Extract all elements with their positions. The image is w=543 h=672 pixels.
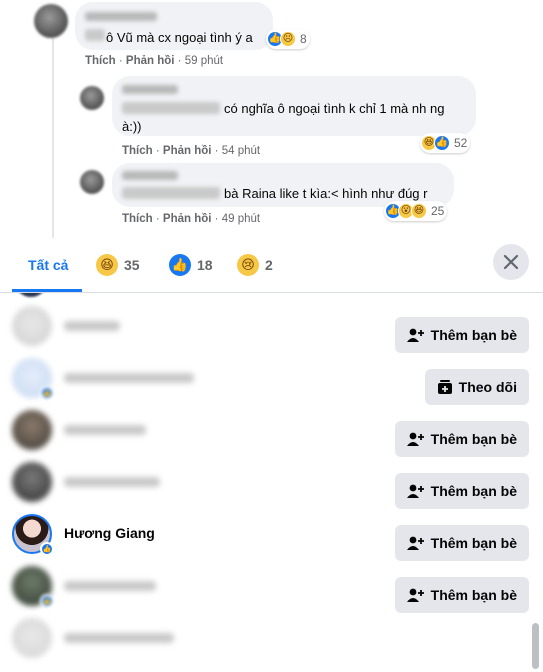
comment-time[interactable]: 49 phút	[222, 213, 260, 225]
person-name-redacted[interactable]	[64, 633, 174, 643]
list-item[interactable]: Thêm bạn bè	[0, 404, 543, 457]
avatar[interactable]	[12, 618, 52, 658]
comment-time[interactable]: 59 phút	[185, 55, 223, 67]
add-friend-label: Thêm bạn bè	[430, 431, 517, 447]
like-icon: 👍	[40, 594, 54, 608]
list-item[interactable]: 👍 Theo dõi	[0, 352, 543, 405]
comment-text: ô Vũ mà cx ngoại tình ý a	[106, 30, 253, 45]
commenter-avatar[interactable]	[34, 4, 68, 38]
person-name-redacted[interactable]	[64, 425, 146, 435]
close-button[interactable]	[493, 244, 529, 280]
like-link[interactable]: Thích	[122, 145, 153, 157]
reply-link[interactable]: Phản hồi	[163, 213, 212, 225]
list-item[interactable]: 👍 Thêm bạn bè	[0, 560, 543, 613]
commenter-avatar[interactable]	[80, 86, 104, 110]
list-item-partial	[14, 293, 48, 297]
person-name-redacted[interactable]	[64, 321, 120, 331]
reaction-summary[interactable]: 👍 ☹ 8	[266, 29, 310, 49]
reaction-summary[interactable]: 👍 😮 😆 25	[384, 201, 448, 221]
close-icon	[503, 254, 519, 270]
person-name-redacted[interactable]	[64, 477, 160, 487]
like-icon: 👍	[169, 254, 191, 276]
add-friend-button[interactable]: Thêm bạn bè	[394, 577, 529, 613]
list-item[interactable]: Thêm bạn bè	[0, 456, 543, 509]
comment-text: bà Raina like t kìa:< hình như đúg r	[224, 186, 428, 201]
add-friend-button[interactable]: Thêm bạn bè	[394, 317, 529, 353]
reply-link[interactable]: Phản hồi	[126, 55, 175, 67]
reaction-count: 52	[454, 136, 468, 150]
commenter-name-redacted[interactable]	[122, 171, 178, 180]
list-item[interactable]	[0, 612, 543, 664]
tab-sad-count: 2	[265, 257, 273, 273]
add-friend-icon	[406, 484, 424, 498]
person-name-redacted[interactable]	[64, 373, 194, 383]
tab-sad[interactable]: 😢 2	[237, 238, 273, 292]
reactor-list: Thêm bạn bè 👍 Theo dõi Thêm bạn bè Thêm …	[0, 293, 543, 672]
avatar[interactable]	[12, 306, 52, 346]
mention-redacted	[122, 102, 220, 114]
mention-redacted	[85, 29, 105, 41]
active-tab-indicator	[12, 289, 82, 292]
follow-label: Theo dõi	[458, 379, 517, 395]
comment-text-line1: có nghĩa ô ngoại tình k chỉ 1 mà nh ng	[224, 101, 445, 116]
person-name-redacted[interactable]	[64, 581, 156, 591]
mention-redacted	[122, 187, 220, 199]
sad-icon: ☹	[280, 31, 296, 47]
follow-icon	[437, 380, 452, 394]
like-icon: 👍	[40, 542, 54, 556]
like-link[interactable]: Thích	[122, 213, 153, 225]
add-friend-label: Thêm bạn bè	[430, 483, 517, 499]
comment-text-line2: à:))	[122, 119, 142, 134]
comment-actions: Thích · Phản hồi · 49 phút	[122, 213, 261, 225]
scrollbar[interactable]	[532, 623, 539, 669]
add-friend-button[interactable]: Thêm bạn bè	[394, 525, 529, 561]
commenter-avatar[interactable]	[80, 170, 104, 194]
add-friend-label: Thêm bạn bè	[430, 587, 517, 603]
avatar[interactable]	[12, 462, 52, 502]
comment-bubble: ô Vũ mà cx ngoại tình ý a	[75, 2, 273, 50]
add-friend-icon	[406, 536, 424, 550]
haha-icon: 😆	[411, 203, 427, 219]
person-name[interactable]: Hương Giang	[64, 525, 155, 541]
add-friend-label: Thêm bạn bè	[430, 327, 517, 343]
add-friend-icon	[406, 588, 424, 602]
thread-line	[52, 38, 54, 238]
comment-bubble: có nghĩa ô ngoại tình k chỉ 1 mà nh ng à…	[112, 76, 476, 136]
avatar[interactable]	[12, 410, 52, 450]
add-friend-icon	[406, 432, 424, 446]
follow-button[interactable]: Theo dõi	[424, 369, 529, 405]
tab-like-count: 18	[197, 257, 213, 273]
comment-thread: ô Vũ mà cx ngoại tình ý a 👍 ☹ 8 Thích · …	[0, 0, 543, 240]
add-friend-button[interactable]: Thêm bạn bè	[394, 421, 529, 457]
sad-icon: 😢	[237, 254, 259, 276]
list-item[interactable]: 👍 Hương Giang Thêm bạn bè	[0, 508, 543, 561]
commenter-name-redacted[interactable]	[85, 12, 157, 21]
add-friend-icon	[406, 328, 424, 342]
like-icon: 👍	[434, 135, 450, 151]
tab-all-label: Tất cả	[28, 257, 69, 273]
like-link[interactable]: Thích	[85, 55, 116, 67]
commenter-name-redacted[interactable]	[122, 85, 178, 94]
reaction-summary[interactable]: 😆 👍 52	[420, 133, 471, 153]
like-icon: 👍	[40, 386, 54, 400]
tab-haha-count: 35	[124, 257, 140, 273]
list-item[interactable]: Thêm bạn bè	[0, 300, 543, 353]
reaction-count: 8	[300, 32, 307, 46]
comment-actions: Thích · Phản hồi · 59 phút	[85, 55, 224, 67]
comment-time[interactable]: 54 phút	[222, 145, 260, 157]
tab-haha[interactable]: 😆 35	[96, 238, 140, 292]
add-friend-button[interactable]: Thêm bạn bè	[394, 473, 529, 509]
add-friend-label: Thêm bạn bè	[430, 535, 517, 551]
reaction-tabs: Tất cả 😆 35 👍 18 😢 2	[0, 238, 543, 293]
tab-all[interactable]: Tất cả	[28, 238, 68, 292]
reaction-count: 25	[431, 204, 445, 218]
reply-link[interactable]: Phản hồi	[163, 145, 212, 157]
haha-icon: 😆	[96, 254, 118, 276]
comment-actions: Thích · Phản hồi · 54 phút	[122, 145, 261, 157]
tab-like[interactable]: 👍 18	[169, 238, 213, 292]
